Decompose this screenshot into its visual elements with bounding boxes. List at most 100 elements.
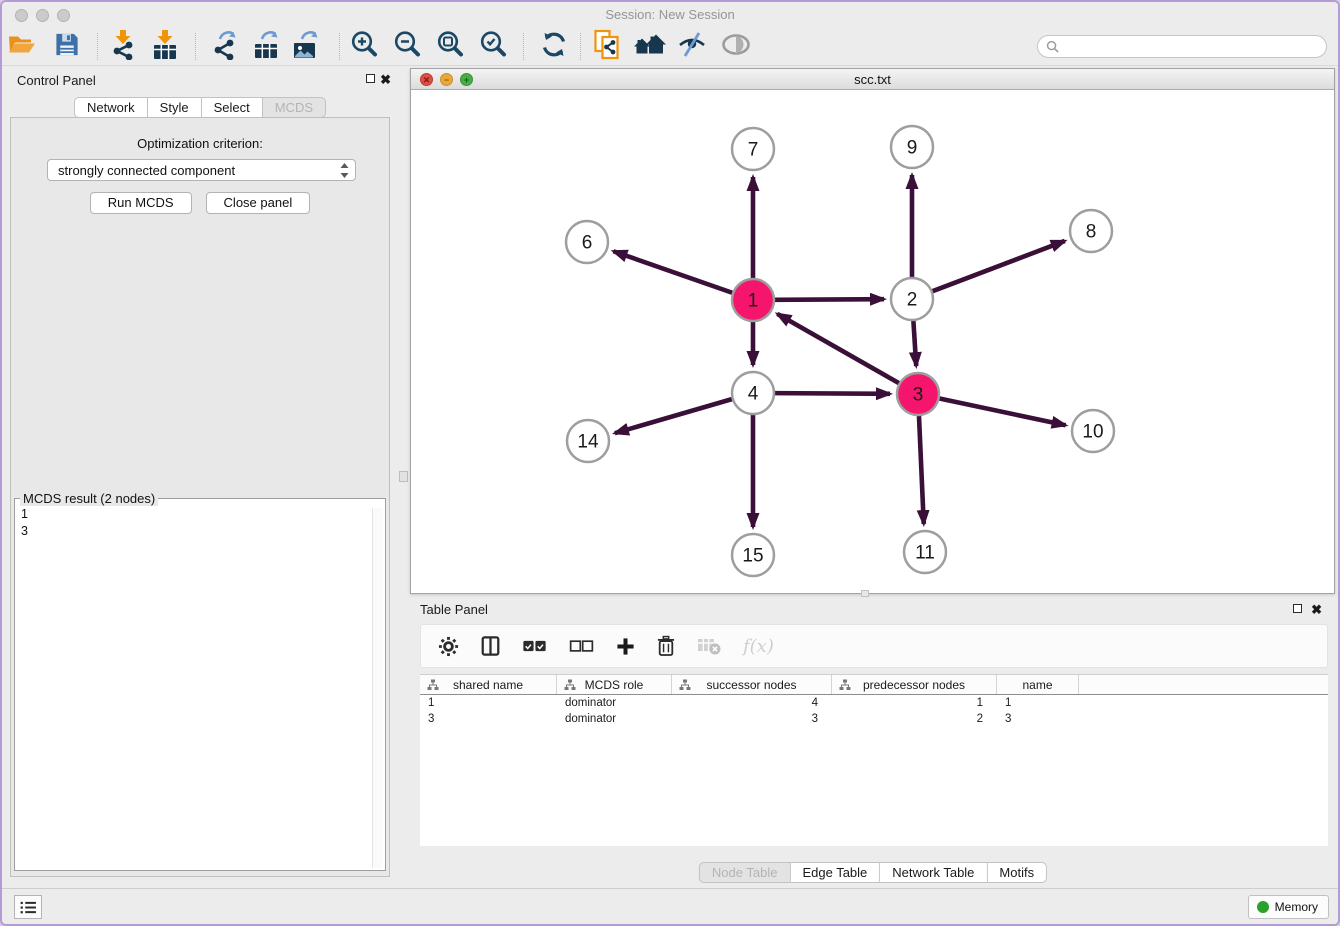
- svg-text:6: 6: [582, 233, 593, 254]
- tab-node-table[interactable]: Node Table: [699, 862, 791, 883]
- tab-style[interactable]: Style: [148, 97, 202, 118]
- mcds-panel: Optimization criterion: strongly connect…: [10, 117, 390, 877]
- control-panel: Control Panel ✖ NetworkStyleSelectMCDS O…: [2, 66, 398, 888]
- graph-node-10[interactable]: 10: [1072, 410, 1114, 452]
- graph-node-2[interactable]: 2: [891, 278, 933, 320]
- graph-node-3[interactable]: 3: [897, 373, 939, 415]
- graph-edge-1-2[interactable]: [775, 299, 884, 300]
- tab-edge-table[interactable]: Edge Table: [790, 862, 880, 883]
- search-input[interactable]: [1064, 39, 1318, 55]
- graph-edge-2-8[interactable]: [933, 241, 1065, 291]
- cell-successor-nodes[interactable]: 3: [672, 711, 832, 727]
- run-mcds-button[interactable]: Run MCDS: [90, 192, 192, 214]
- show-all-icon[interactable]: [721, 33, 752, 61]
- zoom-out-icon[interactable]: [392, 29, 422, 64]
- zoom-selected-icon[interactable]: [478, 29, 508, 64]
- list-icon: [20, 901, 37, 914]
- graph-node-1[interactable]: 1: [732, 279, 774, 321]
- cell-shared-name[interactable]: 3: [420, 711, 557, 727]
- table-settings-gear-icon[interactable]: [438, 636, 459, 657]
- mcds-result-title: MCDS result (2 nodes): [20, 491, 158, 506]
- new-network-from-selection-icon[interactable]: [594, 29, 621, 65]
- graph-edge-3-10[interactable]: [940, 399, 1066, 426]
- close-panel-icon[interactable]: ✖: [380, 74, 391, 85]
- tab-network-table[interactable]: Network Table: [880, 862, 987, 883]
- network-graph: 7 9 6 8 1 2 4 3 14 10 15 11: [411, 90, 1334, 593]
- svg-text:11: 11: [915, 543, 935, 564]
- close-panel-button[interactable]: Close panel: [206, 192, 311, 214]
- cell-MCDS-role[interactable]: dominator: [557, 711, 672, 727]
- column-type-icon: [839, 679, 851, 691]
- hide-selected-icon[interactable]: [677, 31, 707, 63]
- graph-node-6[interactable]: 6: [566, 221, 608, 263]
- create-column-plus-icon[interactable]: [616, 637, 635, 656]
- delete-column-trash-icon[interactable]: [657, 635, 675, 657]
- tab-network[interactable]: Network: [74, 97, 148, 118]
- open-file-icon[interactable]: [7, 31, 37, 62]
- export-table-icon[interactable]: [252, 29, 280, 65]
- graph-node-9[interactable]: 9: [891, 126, 933, 168]
- column-header-predecessor-nodes[interactable]: predecessor nodes: [832, 675, 997, 694]
- column-header-name[interactable]: name: [997, 675, 1079, 694]
- apply-layout-icon[interactable]: [540, 30, 568, 63]
- panel-splitter[interactable]: [398, 66, 410, 888]
- cell-name[interactable]: 1: [997, 695, 1079, 711]
- graph-node-4[interactable]: 4: [732, 372, 774, 414]
- splitter-handle[interactable]: [399, 471, 408, 482]
- search-field[interactable]: [1037, 35, 1327, 58]
- import-network-icon[interactable]: [109, 29, 137, 65]
- graph-edge-3-11[interactable]: [919, 416, 924, 524]
- column-header-MCDS-role[interactable]: MCDS role: [557, 675, 672, 694]
- result-scrollbar[interactable]: [372, 508, 383, 868]
- cell-name[interactable]: 3: [997, 711, 1079, 727]
- table-panel-title: Table Panel: [420, 602, 488, 617]
- export-network-icon[interactable]: [210, 29, 238, 65]
- control-panel-title: Control Panel: [17, 73, 96, 88]
- first-neighbors-icon[interactable]: [633, 32, 667, 61]
- deselect-all-columns-icon[interactable]: [569, 640, 594, 653]
- graph-node-14[interactable]: 14: [567, 420, 609, 462]
- float-panel-icon[interactable]: [366, 74, 375, 83]
- tab-select[interactable]: Select: [202, 97, 263, 118]
- show-column-panel-icon[interactable]: [481, 635, 500, 657]
- cell-shared-name[interactable]: 1: [420, 695, 557, 711]
- cell-MCDS-role[interactable]: dominator: [557, 695, 672, 711]
- table-tabs: Node TableEdge TableNetwork TableMotifs: [699, 862, 1047, 883]
- graph-edge-4-14[interactable]: [615, 399, 732, 433]
- zoom-fit-icon[interactable]: [435, 29, 465, 64]
- optimization-criterion-label: Optimization criterion:: [11, 136, 389, 151]
- graph-edge-2-3[interactable]: [913, 321, 916, 366]
- table-row[interactable]: 3dominator323: [420, 711, 1328, 727]
- graph-node-7[interactable]: 7: [732, 128, 774, 170]
- graph-edge-4-3[interactable]: [775, 393, 890, 394]
- column-header-shared-name[interactable]: shared name: [420, 675, 557, 694]
- column-header-successor-nodes[interactable]: successor nodes: [672, 675, 832, 694]
- float-table-panel-icon[interactable]: [1293, 604, 1302, 613]
- close-table-panel-icon[interactable]: ✖: [1311, 604, 1322, 615]
- cell-predecessor-nodes[interactable]: 1: [832, 695, 997, 711]
- graph-node-15[interactable]: 15: [732, 534, 774, 576]
- tab-mcds[interactable]: MCDS: [263, 97, 326, 118]
- graph-edge-1-6[interactable]: [613, 251, 732, 293]
- export-image-icon[interactable]: [292, 29, 320, 65]
- graph-node-8[interactable]: 8: [1070, 210, 1112, 252]
- network-window-titlebar[interactable]: ✕ − + scc.txt: [411, 69, 1334, 90]
- tab-motifs[interactable]: Motifs: [987, 862, 1047, 883]
- graph-edge-3-1[interactable]: [777, 314, 899, 383]
- table-row[interactable]: 1dominator411: [420, 695, 1328, 711]
- network-window-resize-handle[interactable]: [861, 590, 869, 597]
- criterion-dropdown[interactable]: strongly connected component: [47, 159, 356, 181]
- graph-node-11[interactable]: 11: [904, 531, 946, 573]
- import-table-icon[interactable]: [151, 29, 179, 65]
- memory-button[interactable]: Memory: [1248, 895, 1329, 919]
- network-canvas[interactable]: 7 9 6 8 1 2 4 3 14 10 15 11: [411, 90, 1334, 593]
- select-all-columns-icon[interactable]: [522, 640, 547, 653]
- zoom-in-icon[interactable]: [349, 29, 379, 64]
- svg-text:8: 8: [1086, 222, 1097, 243]
- table-body: 1dominator4113dominator323: [420, 695, 1328, 727]
- mcds-result-text[interactable]: 1 3: [21, 506, 369, 866]
- save-session-icon[interactable]: [54, 31, 81, 63]
- task-history-button[interactable]: [14, 895, 42, 919]
- cell-successor-nodes[interactable]: 4: [672, 695, 832, 711]
- cell-predecessor-nodes[interactable]: 2: [832, 711, 997, 727]
